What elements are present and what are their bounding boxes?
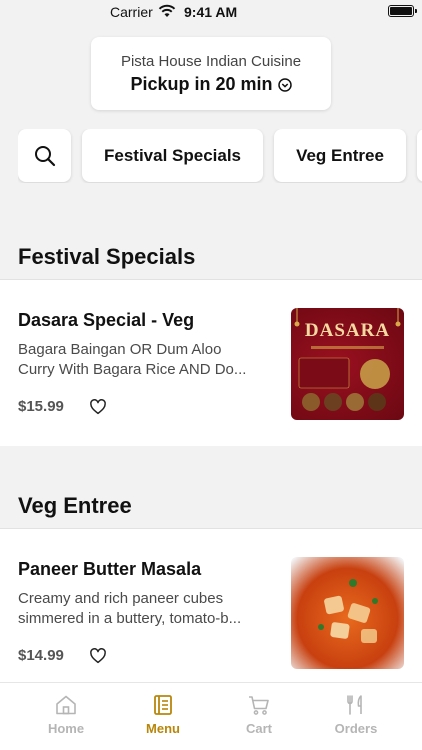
pickup-selector[interactable]: Pista House Indian Cuisine Pickup in 20 … — [91, 37, 331, 110]
battery-icon — [388, 5, 417, 17]
chevron-down-circle-icon — [277, 77, 292, 92]
search-button[interactable] — [18, 129, 71, 182]
menu-item-dasara-special[interactable]: Dasara Special - Veg Bagara Baingan OR D… — [0, 280, 422, 446]
section-title-festival-specials: Festival Specials — [18, 244, 196, 269]
cart-icon — [249, 696, 269, 715]
pickup-time-button[interactable]: Pickup in 20 min — [130, 74, 292, 95]
category-chip-next[interactable] — [417, 129, 422, 182]
tab-cart[interactable]: Cart — [211, 693, 307, 736]
pickup-time-label: Pickup in 20 min — [130, 74, 273, 94]
menu-item-paneer-butter-masala[interactable]: Paneer Butter Masala Creamy and rich pan… — [0, 529, 422, 695]
tab-cart-label: Cart — [245, 721, 272, 736]
section-title-veg-entree: Veg Entree — [18, 493, 132, 518]
item-image-dasara: DASARA — [291, 308, 404, 420]
item-image-paneer — [291, 557, 404, 669]
favorite-heart-icon[interactable] — [89, 398, 107, 416]
item-price: $14.99 — [18, 647, 64, 664]
fork-knife-icon — [347, 695, 362, 715]
status-bar: Carrier 9:41 AM — [0, 0, 422, 26]
clock: 9:41 AM — [184, 4, 238, 20]
category-chip-festival-specials[interactable]: Festival Specials — [82, 129, 263, 182]
tab-menu[interactable]: Menu — [115, 693, 211, 736]
dasara-decoration — [294, 308, 401, 411]
tab-menu-label: Menu — [146, 721, 180, 736]
item-description: Creamy and rich paneer cubes simmered in… — [18, 590, 242, 627]
item-price: $15.99 — [18, 398, 64, 415]
category-chip-veg-entree[interactable]: Veg Entree — [274, 129, 406, 182]
wifi-icon — [158, 4, 176, 17]
tab-home[interactable]: Home — [18, 693, 114, 736]
menu-book-icon — [154, 695, 172, 715]
search-icon — [34, 145, 55, 166]
restaurant-name: Pista House Indian Cuisine — [120, 53, 302, 70]
tab-home-label: Home — [47, 721, 85, 736]
home-icon — [56, 695, 76, 715]
item-name: Dasara Special - Veg — [18, 310, 195, 330]
paneer-decoration — [318, 579, 378, 643]
tab-bar: Home Menu Cart Orders — [0, 682, 422, 750]
tab-orders[interactable]: Orders — [308, 693, 404, 736]
tab-orders-label: Orders — [334, 721, 378, 736]
category-bar: Festival Specials Veg Entree — [18, 129, 422, 183]
favorite-heart-icon[interactable] — [89, 647, 107, 665]
carrier-label: Carrier — [110, 4, 153, 20]
item-description: Bagara Baingan OR Dum Aloo Curry With Ba… — [18, 341, 247, 378]
item-name: Paneer Butter Masala — [18, 559, 202, 579]
